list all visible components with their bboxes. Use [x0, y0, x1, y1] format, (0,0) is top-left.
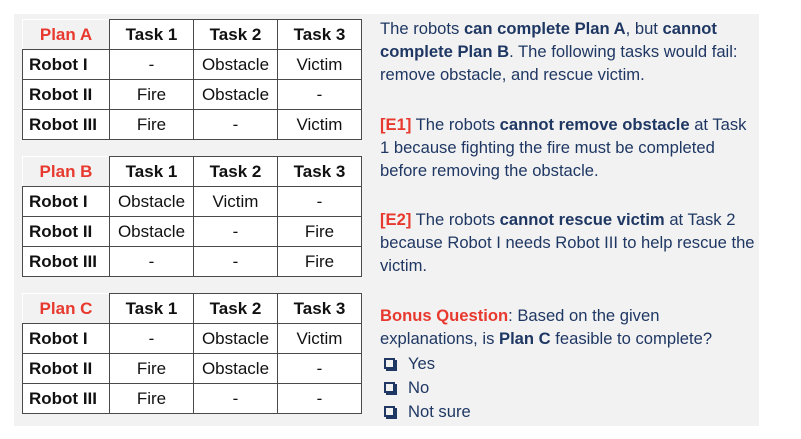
- table-cell: Victim: [193, 186, 278, 217]
- e1-emphasis: cannot remove obstacle: [499, 115, 690, 134]
- table-cell: Fire: [109, 383, 194, 414]
- summary-emphasis: can complete Plan A: [463, 19, 626, 38]
- task-header: Task 1: [109, 156, 194, 187]
- table-cell: -: [193, 246, 278, 277]
- option-yes[interactable]: Yes: [380, 351, 755, 375]
- e2-tag: [E2]: [380, 210, 412, 229]
- table-cell: Obstacle: [109, 186, 194, 217]
- table-cell: Fire: [109, 109, 194, 140]
- task-header: Task 2: [193, 293, 278, 324]
- table-row: Robot III Fire - -: [22, 383, 362, 414]
- bonus-text: feasible to complete?: [550, 329, 713, 348]
- summary-text: , but: [625, 19, 663, 38]
- robot-name: Robot III: [22, 246, 110, 277]
- table-cell: -: [277, 186, 362, 217]
- table-cell: -: [193, 383, 278, 414]
- table-header-row: Plan A Task 1 Task 2 Task 3: [22, 19, 362, 50]
- plan-c-table: Plan C Task 1 Task 2 Task 3 Robot I - Ob…: [22, 293, 362, 414]
- plan-name: Plan A: [22, 19, 110, 50]
- table-cell: Obstacle: [193, 353, 278, 384]
- e2-explanation: [E2] The robots cannot rescue victim at …: [380, 208, 755, 277]
- e1-explanation: [E1] The robots cannot remove obstacle a…: [380, 113, 755, 182]
- summary-text: The robots: [380, 19, 464, 38]
- table-cell: Fire: [109, 353, 194, 384]
- table-cell: -: [277, 353, 362, 384]
- table-cell: Fire: [277, 216, 362, 247]
- robot-name: Robot II: [22, 216, 110, 247]
- task-header: Task 2: [193, 19, 278, 50]
- option-no[interactable]: No: [380, 375, 755, 399]
- table-row: Robot III Fire - Victim: [22, 109, 362, 140]
- table-header-row: Plan B Task 1 Task 2 Task 3: [22, 156, 362, 187]
- e1-tag: [E1]: [380, 115, 412, 134]
- option-label: Yes: [408, 353, 436, 373]
- robot-name: Robot III: [22, 383, 110, 414]
- checkbox-icon[interactable]: [384, 405, 395, 417]
- e2-emphasis: cannot rescue victim: [499, 210, 665, 229]
- robot-name: Robot I: [22, 323, 110, 354]
- robot-name: Robot III: [22, 109, 110, 140]
- table-cell: Obstacle: [193, 49, 278, 80]
- table-cell: Fire: [109, 79, 194, 110]
- table-cell: -: [277, 79, 362, 110]
- table-cell: Obstacle: [193, 79, 278, 110]
- option-label: No: [408, 377, 430, 397]
- table-row: Robot I - Obstacle Victim: [22, 49, 362, 80]
- task-header: Task 3: [277, 156, 362, 187]
- table-cell: -: [277, 383, 362, 414]
- task-header: Task 1: [109, 19, 194, 50]
- table-cell: Obstacle: [109, 216, 194, 247]
- table-cell: Victim: [277, 109, 362, 140]
- table-row: Robot II Obstacle - Fire: [22, 216, 362, 247]
- robot-name: Robot I: [22, 49, 110, 80]
- bonus-tag: Bonus Question: [380, 306, 509, 325]
- summary-paragraph: The robots can complete Plan A, but cann…: [380, 17, 755, 86]
- table-row: Robot I Obstacle Victim -: [22, 186, 362, 217]
- task-header: Task 3: [277, 293, 362, 324]
- task-header: Task 3: [277, 19, 362, 50]
- table-cell: Victim: [277, 49, 362, 80]
- robot-name: Robot II: [22, 79, 110, 110]
- table-cell: Victim: [277, 323, 362, 354]
- e2-text: The robots: [411, 210, 500, 229]
- checkbox-icon[interactable]: [384, 357, 395, 369]
- option-not-sure[interactable]: Not sure: [380, 399, 755, 423]
- plan-name: Plan C: [22, 293, 110, 324]
- table-cell: Fire: [277, 246, 362, 277]
- table-row: Robot II Fire Obstacle -: [22, 79, 362, 110]
- bonus-emphasis: Plan C: [499, 329, 551, 348]
- table-cell: -: [109, 323, 194, 354]
- e1-text: The robots: [411, 115, 500, 134]
- table-header-row: Plan C Task 1 Task 2 Task 3: [22, 293, 362, 324]
- task-header: Task 2: [193, 156, 278, 187]
- table-cell: -: [109, 246, 194, 277]
- task-header: Task 1: [109, 293, 194, 324]
- table-row: Robot II Fire Obstacle -: [22, 353, 362, 384]
- table-cell: -: [193, 109, 278, 140]
- robot-name: Robot I: [22, 186, 110, 217]
- answer-options: Yes No Not sure: [380, 351, 755, 423]
- plan-a-table: Plan A Task 1 Task 2 Task 3 Robot I - Ob…: [22, 19, 362, 140]
- table-cell: -: [109, 49, 194, 80]
- bonus-question: Bonus Question: Based on the given expla…: [380, 304, 755, 350]
- robot-name: Robot II: [22, 353, 110, 384]
- plan-name: Plan B: [22, 156, 110, 187]
- table-row: Robot I - Obstacle Victim: [22, 323, 362, 354]
- table-cell: Obstacle: [193, 323, 278, 354]
- checkbox-icon[interactable]: [384, 381, 395, 393]
- table-cell: -: [193, 216, 278, 247]
- plan-b-table: Plan B Task 1 Task 2 Task 3 Robot I Obst…: [22, 156, 362, 277]
- option-label: Not sure: [408, 401, 471, 421]
- table-row: Robot III - - Fire: [22, 246, 362, 277]
